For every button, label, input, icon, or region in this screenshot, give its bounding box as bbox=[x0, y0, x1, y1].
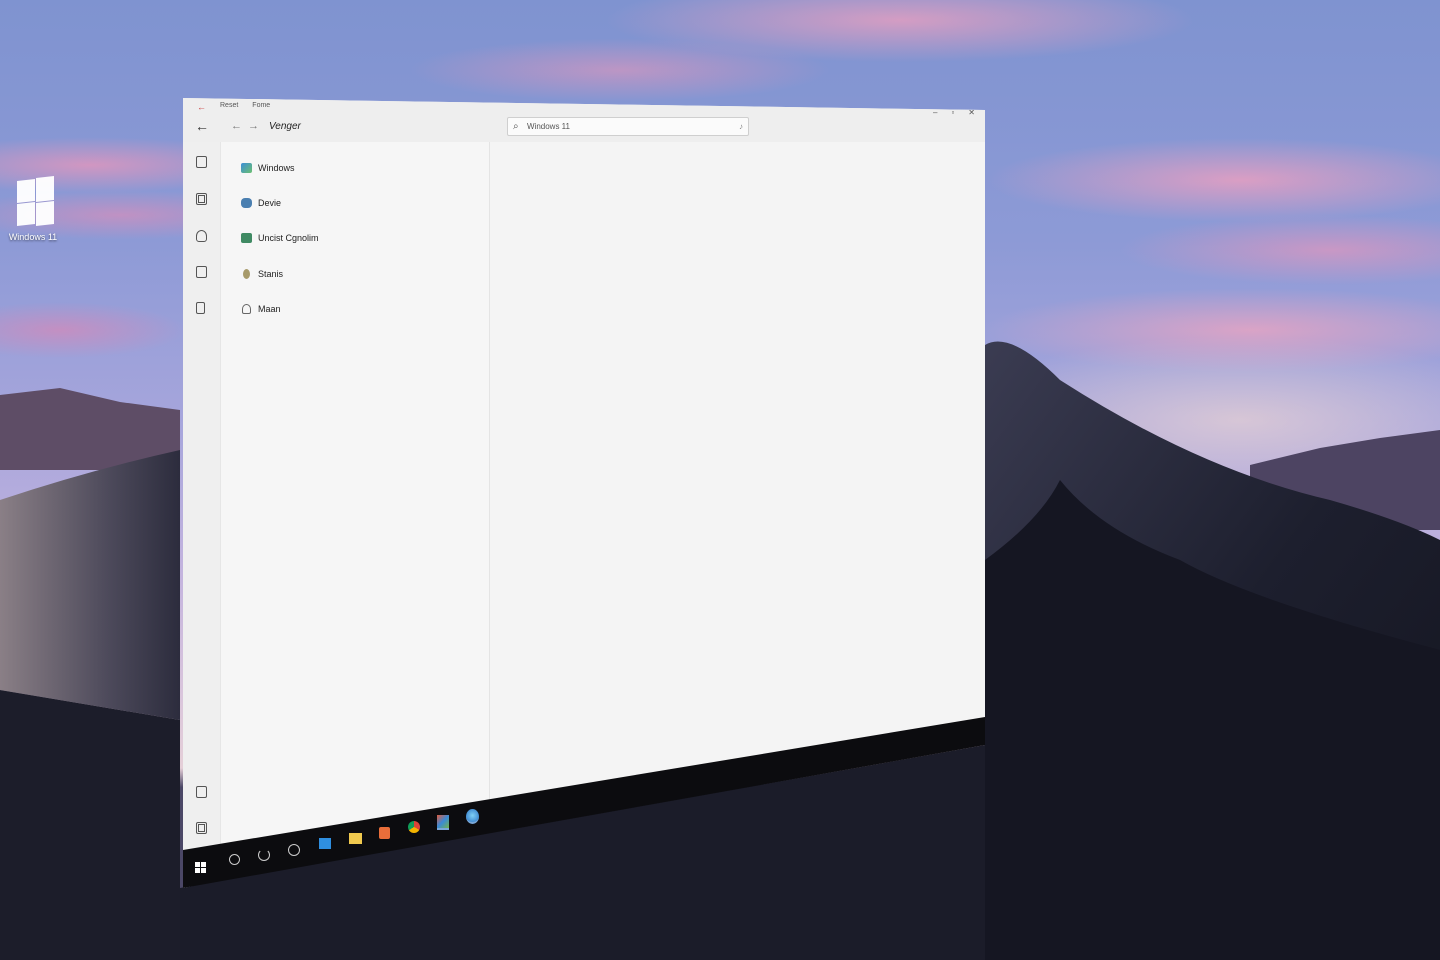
home-icon bbox=[242, 304, 251, 314]
device-icon bbox=[241, 198, 252, 208]
refresh-icon[interactable] bbox=[258, 849, 270, 861]
search-value: Windows 11 bbox=[527, 122, 570, 131]
desktop-icon[interactable] bbox=[319, 838, 331, 849]
note-icon[interactable] bbox=[196, 786, 207, 798]
navigation-row: ← ← → Venger bbox=[195, 118, 301, 134]
menu-item-reset[interactable]: Reset bbox=[220, 102, 238, 112]
back-arrow-icon[interactable]: ← bbox=[195, 118, 211, 134]
desktop-icon-label: Windows 11 bbox=[8, 232, 58, 242]
app-icon[interactable] bbox=[437, 815, 449, 830]
window-icon[interactable] bbox=[196, 156, 207, 168]
desktop-icon-windows[interactable]: Windows 11 bbox=[8, 174, 58, 242]
browser-icon[interactable] bbox=[466, 809, 479, 824]
list-icon[interactable] bbox=[196, 822, 207, 834]
start-icon[interactable] bbox=[195, 862, 207, 874]
nav-item-windows[interactable]: Windows bbox=[241, 163, 295, 173]
windows-logo-icon bbox=[13, 174, 54, 226]
search-input[interactable]: ⌕ Windows 11 ♪ bbox=[507, 117, 749, 136]
minimize-button[interactable]: – bbox=[933, 108, 937, 117]
left-rail bbox=[183, 142, 221, 888]
microphone-icon[interactable]: ♪ bbox=[739, 118, 743, 135]
search-icon: ⌕ bbox=[513, 121, 519, 132]
network-icon bbox=[241, 233, 252, 243]
nav-item-label: Windows bbox=[258, 163, 295, 173]
office-icon[interactable] bbox=[379, 827, 390, 839]
person-icon[interactable] bbox=[196, 230, 207, 242]
small-back-icon[interactable]: ← bbox=[197, 102, 206, 112]
breadcrumb: Venger bbox=[269, 120, 301, 132]
nav-item-stanis[interactable]: Stanis bbox=[241, 269, 283, 279]
windows-app-icon bbox=[241, 163, 252, 173]
chrome-icon[interactable] bbox=[408, 821, 420, 833]
nav-item-label: Uncist Cgnolim bbox=[258, 233, 319, 243]
grid-icon[interactable] bbox=[196, 193, 207, 205]
search-icon[interactable] bbox=[229, 854, 240, 865]
nav-item-uncist-cgnolim[interactable]: Uncist Cgnolim bbox=[241, 233, 319, 243]
history-forward-icon[interactable]: → bbox=[248, 120, 259, 132]
menu-item-fome[interactable]: Fome bbox=[252, 102, 270, 112]
document-icon[interactable] bbox=[196, 266, 207, 278]
nav-item-label: Maan bbox=[258, 304, 281, 314]
nav-item-maan[interactable]: Maan bbox=[241, 304, 281, 314]
nav-item-devie[interactable]: Devie bbox=[241, 198, 281, 208]
status-icon bbox=[243, 269, 250, 279]
nav-item-label: Stanis bbox=[258, 269, 284, 279]
cortana-icon[interactable] bbox=[288, 844, 300, 856]
nav-item-label: Devie bbox=[258, 198, 282, 208]
file-explorer-icon[interactable] bbox=[349, 833, 362, 844]
title-menu: ← Reset Fome bbox=[197, 102, 270, 112]
history-back-icon[interactable]: ← bbox=[231, 120, 242, 132]
tablet-icon[interactable] bbox=[196, 302, 205, 314]
navigation-pane: Windows Devie Uncist Cgnolim Stanis Maan bbox=[221, 142, 490, 888]
